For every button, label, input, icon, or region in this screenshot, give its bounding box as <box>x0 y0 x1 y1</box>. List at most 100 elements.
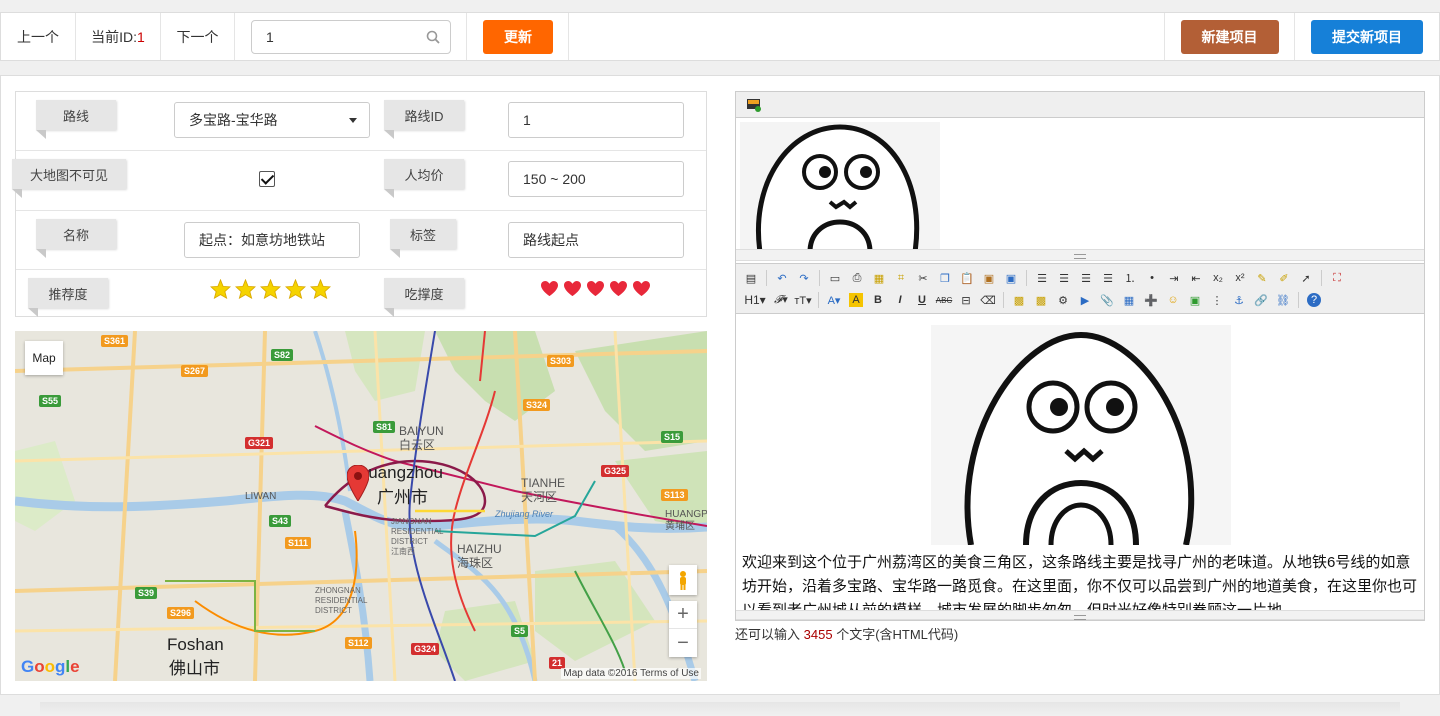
redo-icon[interactable]: ↷ <box>797 271 811 285</box>
map-credit[interactable]: Map data ©2016 Terms of Use <box>561 668 701 679</box>
star-icon[interactable] <box>310 279 331 299</box>
highlight-icon[interactable]: A <box>849 293 863 307</box>
next-button[interactable]: 下一个 <box>161 13 235 60</box>
form-row-name: 名称 起点：如意坊地铁站 标签 路线起点 <box>16 211 706 270</box>
emoticon-icon[interactable]: ☺ <box>1166 293 1180 307</box>
template-icon[interactable]: ▦ <box>872 271 886 285</box>
update-button[interactable]: 更新 <box>483 19 553 54</box>
code-icon[interactable]: ⌗ <box>894 271 908 285</box>
multi-image-icon[interactable]: ▩ <box>1034 293 1048 307</box>
map-canvas[interactable] <box>15 331 707 681</box>
unordered-list-icon[interactable]: • <box>1145 271 1159 285</box>
print-icon[interactable]: ⎙ <box>850 271 864 285</box>
name-label: 名称 <box>36 219 116 258</box>
form-row-visibility: 大地图不可见 人均价 150 ~ 200 <box>12 151 706 211</box>
route-id-input[interactable]: 1 <box>508 102 684 138</box>
main-panel: 路线 多宝路-宝华路 路线ID 1 大地图不可见 人均价 150 ~ 200 名… <box>0 75 1440 695</box>
location-marker-icon[interactable] <box>347 465 369 501</box>
pegman-icon[interactable] <box>669 565 697 595</box>
star-icon[interactable] <box>210 279 231 299</box>
unlink-icon[interactable]: ⛓ <box>1276 293 1290 307</box>
editor-text[interactable]: 欢迎来到这个位于广州荔湾区的美食三角区，这条路线主要是找寻广州的老味道。从地铁6… <box>742 551 1422 610</box>
tag-input[interactable]: 路线起点 <box>508 222 684 258</box>
select-all-icon[interactable]: ➚ <box>1299 271 1313 285</box>
search-icon[interactable] <box>426 30 440 44</box>
justify-icon[interactable]: ☰ <box>1101 271 1115 285</box>
editor-resize-grip[interactable] <box>736 610 1424 620</box>
zoom-out-button[interactable]: − <box>669 629 697 657</box>
resize-grip[interactable] <box>736 249 1424 261</box>
heart-icon[interactable] <box>563 280 582 297</box>
star-icon[interactable] <box>235 279 256 299</box>
image-icon[interactable]: ▩ <box>1012 293 1026 307</box>
anchor-icon[interactable]: ⚓ <box>1232 293 1246 307</box>
map-icon[interactable]: ▣ <box>1188 293 1202 307</box>
current-id-value: 1 <box>137 28 145 45</box>
source-icon[interactable]: ▤ <box>744 271 758 285</box>
font-color-icon[interactable]: A▾ <box>827 293 841 307</box>
align-center-icon[interactable]: ☰ <box>1057 271 1071 285</box>
preview-icon[interactable]: ▭ <box>828 271 842 285</box>
name-input[interactable]: 起点：如意坊地铁站 <box>184 222 360 258</box>
editor-small-content[interactable] <box>736 118 1424 249</box>
new-project-button[interactable]: 新建项目 <box>1180 19 1279 54</box>
italic-icon[interactable]: I <box>893 293 907 307</box>
heart-icon[interactable] <box>609 280 628 297</box>
editor-toolbar-row1: ▤ ↶ ↷ ▭ ⎙ ▦ ⌗ ✂ ❐ 📋 ▣ ▣ ☰ ☰ ☰ ☰ ⒈ • ⇥ ⇤ … <box>744 268 1344 288</box>
star-icon[interactable] <box>260 279 281 299</box>
cut-icon[interactable]: ✂ <box>916 271 930 285</box>
editor-content[interactable]: 欢迎来到这个位于广州荔湾区的美食三角区，这条路线主要是找寻广州的老味道。从地铁6… <box>736 315 1424 610</box>
zoom-control: + − <box>669 601 697 657</box>
heart-icon[interactable] <box>586 280 605 297</box>
media-icon[interactable]: ▶ <box>1078 293 1092 307</box>
link-icon[interactable]: 🔗 <box>1254 293 1268 307</box>
avg-price-input[interactable]: 150 ~ 200 <box>508 161 684 197</box>
map[interactable]: Guangzhou 广州市 Foshan 佛山市 BAIYUN 白云区 TIANH… <box>15 331 707 681</box>
route-select[interactable]: 多宝路-宝华路 <box>174 102 370 138</box>
prev-button[interactable]: 上一个 <box>1 13 76 60</box>
help-icon[interactable]: ? <box>1307 293 1321 307</box>
heart-icon[interactable] <box>632 280 651 297</box>
ordered-list-icon[interactable]: ⒈ <box>1123 271 1137 285</box>
align-left-icon[interactable]: ☰ <box>1035 271 1049 285</box>
heading-dropdown[interactable]: H1 ▾ <box>744 293 766 307</box>
paste-text-icon[interactable]: ▣ <box>982 271 996 285</box>
quick-format-icon[interactable]: ✐ <box>1277 271 1291 285</box>
table-icon[interactable]: ▦ <box>1122 293 1136 307</box>
insert-image-icon[interactable] <box>746 98 762 112</box>
font-size-icon[interactable]: ᴛT▾ <box>794 293 811 307</box>
flash-icon[interactable]: ⚙ <box>1056 293 1070 307</box>
zoom-in-button[interactable]: + <box>669 601 697 629</box>
underline-icon[interactable]: U <box>915 293 929 307</box>
fullness-hearts[interactable] <box>540 280 651 297</box>
align-right-icon[interactable]: ☰ <box>1079 271 1093 285</box>
search-input[interactable]: 1 <box>251 19 451 54</box>
bold-icon[interactable]: B <box>871 293 885 307</box>
editor-small-toolbar <box>736 92 1424 118</box>
eraser-icon[interactable]: ⌫ <box>980 293 996 307</box>
paste-icon[interactable]: 📋 <box>960 271 974 285</box>
copy-icon[interactable]: ❐ <box>938 271 952 285</box>
attachment-icon[interactable]: 📎 <box>1100 293 1114 307</box>
outdent-icon[interactable]: ⇤ <box>1189 271 1203 285</box>
pagebreak-icon[interactable]: ⋮ <box>1210 293 1224 307</box>
font-family-icon[interactable]: 𝓕▾ <box>774 293 788 307</box>
fullscreen-icon[interactable]: ⛶ <box>1330 271 1344 285</box>
map-type-button[interactable]: Map <box>25 341 63 375</box>
strikethrough-icon[interactable]: ABC <box>936 293 952 307</box>
clear-format-icon[interactable]: ✎ <box>1255 271 1269 285</box>
recommend-stars[interactable] <box>210 279 331 299</box>
bottom-shadow <box>40 702 1400 716</box>
star-icon[interactable] <box>285 279 306 299</box>
hr-icon[interactable]: ➕ <box>1144 293 1158 307</box>
indent-icon[interactable]: ⇥ <box>1167 271 1181 285</box>
road-shield: S81 <box>373 421 396 433</box>
paste-word-icon[interactable]: ▣ <box>1004 271 1018 285</box>
map-invisible-checkbox[interactable] <box>259 171 275 187</box>
subscript-icon[interactable]: x₂ <box>1211 271 1225 285</box>
submit-project-button[interactable]: 提交新项目 <box>1311 19 1423 54</box>
superscript-icon[interactable]: x² <box>1233 271 1247 285</box>
heart-icon[interactable] <box>540 280 559 297</box>
remove-format-icon[interactable]: ⊟ <box>959 293 973 307</box>
undo-icon[interactable]: ↶ <box>775 271 789 285</box>
